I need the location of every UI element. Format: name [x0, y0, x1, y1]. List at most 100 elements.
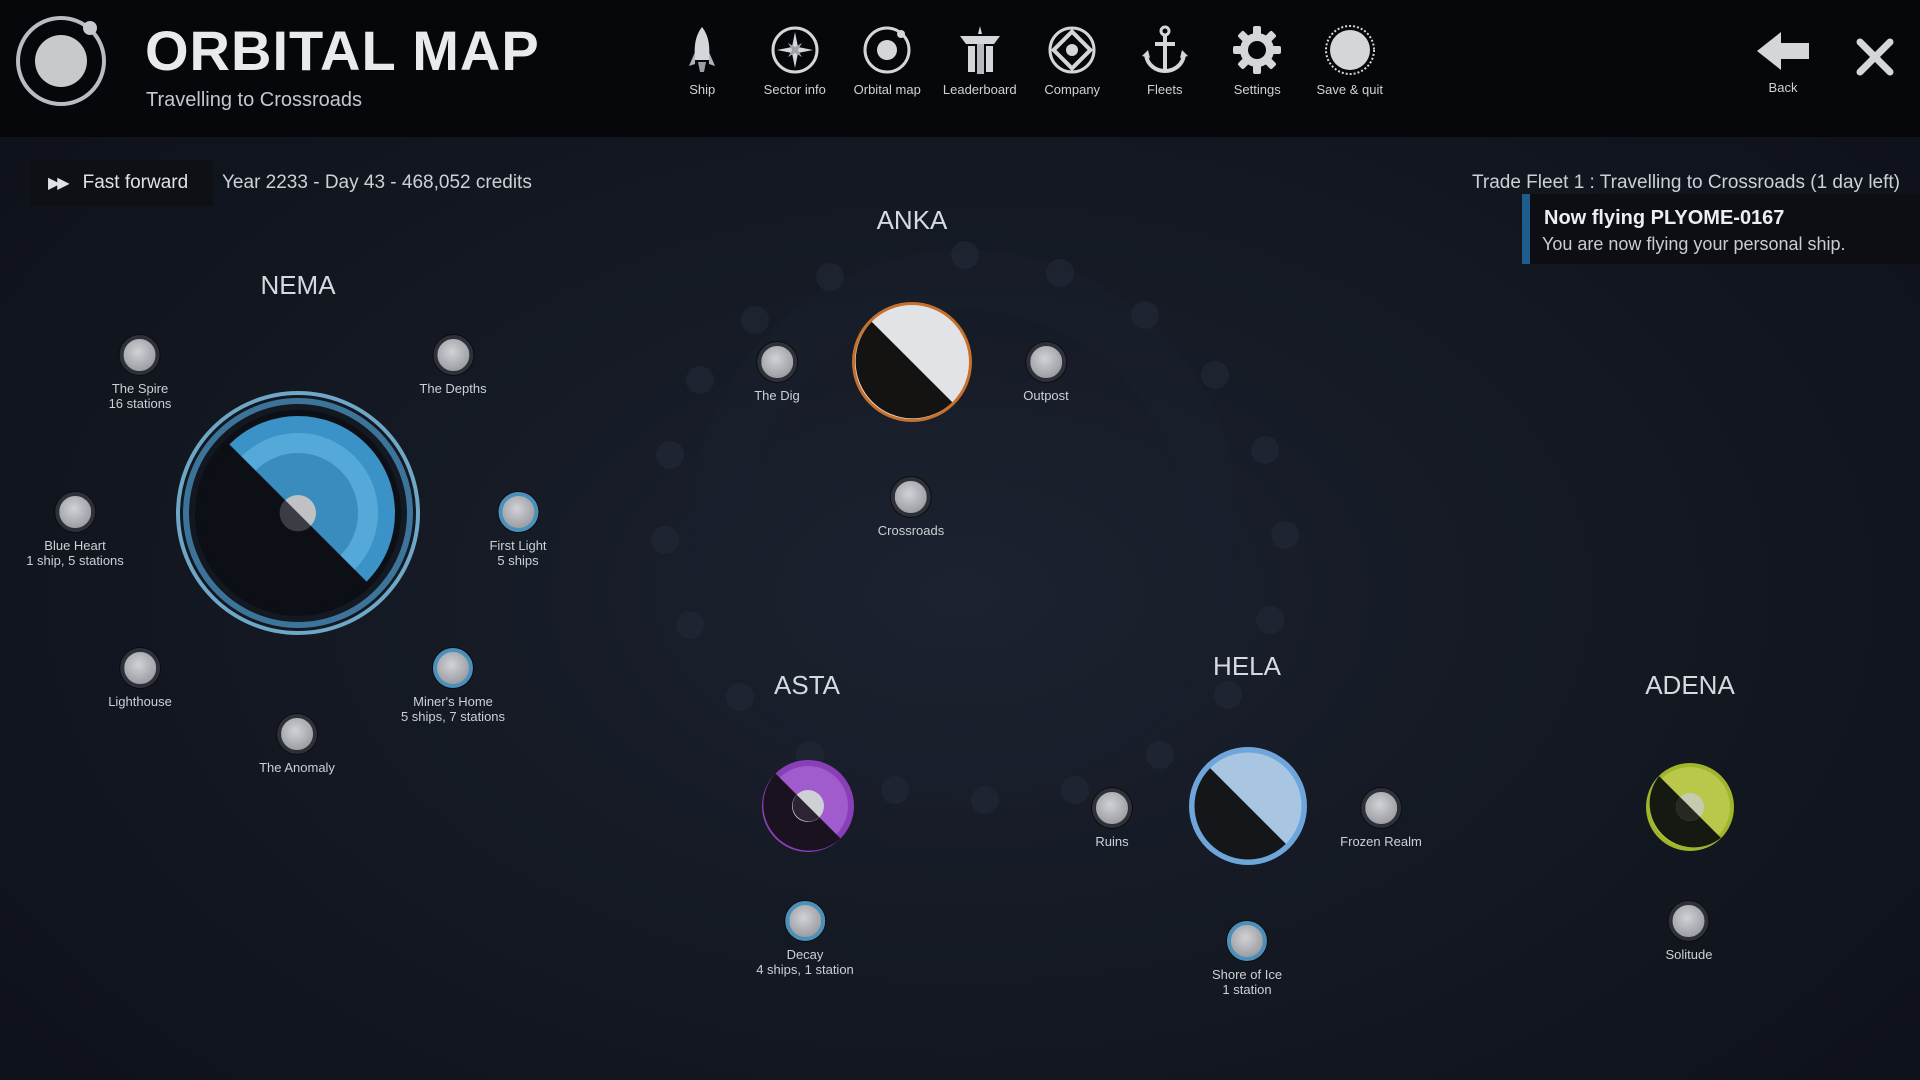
location-frozen-realm[interactable]: Frozen Realm [1340, 788, 1422, 849]
location-detail: 16 stations [108, 396, 172, 411]
location-name: Ruins [1095, 834, 1129, 849]
location-name: Blue Heart [44, 538, 106, 553]
location-marker [277, 714, 317, 754]
arrow-left-icon [1757, 32, 1809, 70]
nav-label: Orbital map [853, 82, 921, 97]
system-name-nema: NEMA [260, 270, 336, 300]
location-marker [433, 648, 473, 688]
notification-text: You are now flying your personal ship. [1542, 234, 1846, 254]
location-name: Outpost [1023, 388, 1069, 403]
location-name: Solitude [1665, 947, 1713, 962]
location-marker [785, 901, 825, 941]
planet-logo-icon [16, 16, 106, 106]
location-marker [497, 492, 538, 532]
back-button[interactable]: Back [1752, 28, 1814, 95]
location-name: Frozen Realm [1340, 834, 1422, 849]
notification-toast: Now flying PLYOME-0167 You are now flyin… [1522, 194, 1920, 264]
location-blue-heart[interactable]: Blue Heart 1 ship, 5 stations [26, 492, 124, 568]
location-marker [1668, 901, 1709, 941]
save-quit-icon [1324, 25, 1375, 75]
location-marker [757, 342, 797, 382]
rocket-icon [689, 27, 716, 72]
nav-sector-info-button[interactable]: Sector info [749, 24, 842, 114]
nema-star[interactable] [175, 390, 421, 636]
location-name: Lighthouse [108, 694, 172, 709]
location-detail: 1 station [1222, 982, 1272, 997]
nav-company-button[interactable]: Company [1026, 24, 1119, 114]
location-detail: 5 ships, 7 stations [400, 709, 506, 724]
location-name: The Anomaly [259, 760, 335, 775]
location-decay[interactable]: Decay 4 ships, 1 station [756, 901, 854, 977]
fast-forward-icon: ▶▶ [48, 175, 70, 192]
location-crossroads[interactable]: Crossroads [878, 477, 944, 538]
location-name: First Light [489, 538, 547, 553]
page-title: ORBITAL MAP [145, 19, 540, 82]
location-name: The Spire [111, 381, 169, 396]
location-first-light[interactable]: First Light 5 ships [489, 492, 547, 568]
fast-forward-label: Fast forward [82, 172, 189, 193]
back-label: Back [1768, 80, 1798, 95]
nav-label: Fleets [1147, 82, 1183, 97]
adena-star[interactable] [1645, 762, 1735, 852]
location-marker [120, 335, 160, 375]
asta-star[interactable] [760, 758, 856, 854]
nav-label: Ship [689, 82, 716, 97]
nav-label: Save & quit [1316, 82, 1384, 97]
location-marker [432, 335, 473, 375]
system-name-adena: ADENA [1645, 670, 1735, 700]
location-marker [55, 492, 95, 532]
system-name-asta: ASTA [774, 670, 840, 700]
location-outpost[interactable]: Outpost [1023, 342, 1069, 403]
nav-orbital-map-button[interactable]: Orbital map [841, 24, 934, 114]
game-status: Year 2233 - Day 43 - 468,052 credits [222, 172, 532, 193]
location-detail: 4 ships, 1 station [756, 962, 854, 977]
notification-title: Now flying PLYOME-0167 [1544, 207, 1785, 229]
location-solitude[interactable]: Solitude [1665, 901, 1713, 962]
system-name-anka: ANKA [876, 205, 948, 235]
location-the-anomaly[interactable]: The Anomaly [259, 714, 335, 775]
location-name: Shore of Ice [1211, 967, 1283, 982]
fleet-status[interactable]: Trade Fleet 1 : Travelling to Crossroads… [1472, 172, 1900, 194]
location-marker [1226, 921, 1267, 961]
location-marker [1026, 342, 1066, 382]
location-miners-home[interactable]: Miner's Home 5 ships, 7 stations [401, 648, 505, 724]
location-the-spire[interactable]: The Spire 16 stations [108, 335, 172, 411]
location-the-depths[interactable]: The Depths [419, 335, 487, 396]
location-name: Crossroads [877, 523, 945, 538]
company-emblem-icon [1048, 26, 1096, 74]
location-name: The Dig [754, 388, 800, 403]
close-icon[interactable] [1852, 34, 1898, 80]
location-name: Decay [786, 947, 824, 962]
nav-ship-button[interactable]: Ship [656, 24, 749, 114]
nav-fleets-button[interactable]: Fleets [1119, 24, 1212, 114]
anka-star[interactable] [850, 300, 974, 424]
location-shore-of-ice[interactable]: Shore of Ice 1 station [1212, 921, 1282, 997]
nav-label: Sector info [763, 82, 826, 97]
location-marker [120, 648, 160, 688]
podium-icon [959, 26, 1000, 74]
main-nav: Ship Sector info Orbital map Leaderboard… [656, 24, 1396, 114]
fast-forward-button[interactable]: ▶▶ Fast forward [30, 160, 213, 206]
location-marker [1360, 788, 1401, 828]
location-marker [891, 477, 931, 517]
location-ruins[interactable]: Ruins [1092, 788, 1132, 849]
system-name-hela: HELA [1213, 651, 1281, 681]
location-marker [1092, 788, 1132, 828]
anchor-icon [1141, 25, 1188, 74]
nav-leaderboard-button[interactable]: Leaderboard [934, 24, 1027, 114]
location-detail: 5 ships [497, 553, 539, 568]
page-subtitle: Travelling to Crossroads [146, 89, 363, 111]
location-name: The Depths [419, 381, 487, 396]
location-the-dig[interactable]: The Dig [754, 342, 800, 403]
nav-save-quit-button[interactable]: Save & quit [1304, 24, 1397, 114]
nav-label: Company [1044, 82, 1101, 97]
compass-star-icon [771, 26, 819, 74]
gear-icon [1233, 26, 1282, 74]
location-name: Miner's Home [413, 694, 493, 709]
orbit-icon [863, 26, 911, 74]
top-bar: ORBITAL MAP Travelling to Crossroads Shi… [0, 0, 1920, 137]
nav-settings-button[interactable]: Settings [1211, 24, 1304, 114]
location-detail: 1 ship, 5 stations [26, 553, 124, 568]
hela-star[interactable] [1188, 746, 1308, 866]
location-lighthouse[interactable]: Lighthouse [108, 648, 172, 709]
